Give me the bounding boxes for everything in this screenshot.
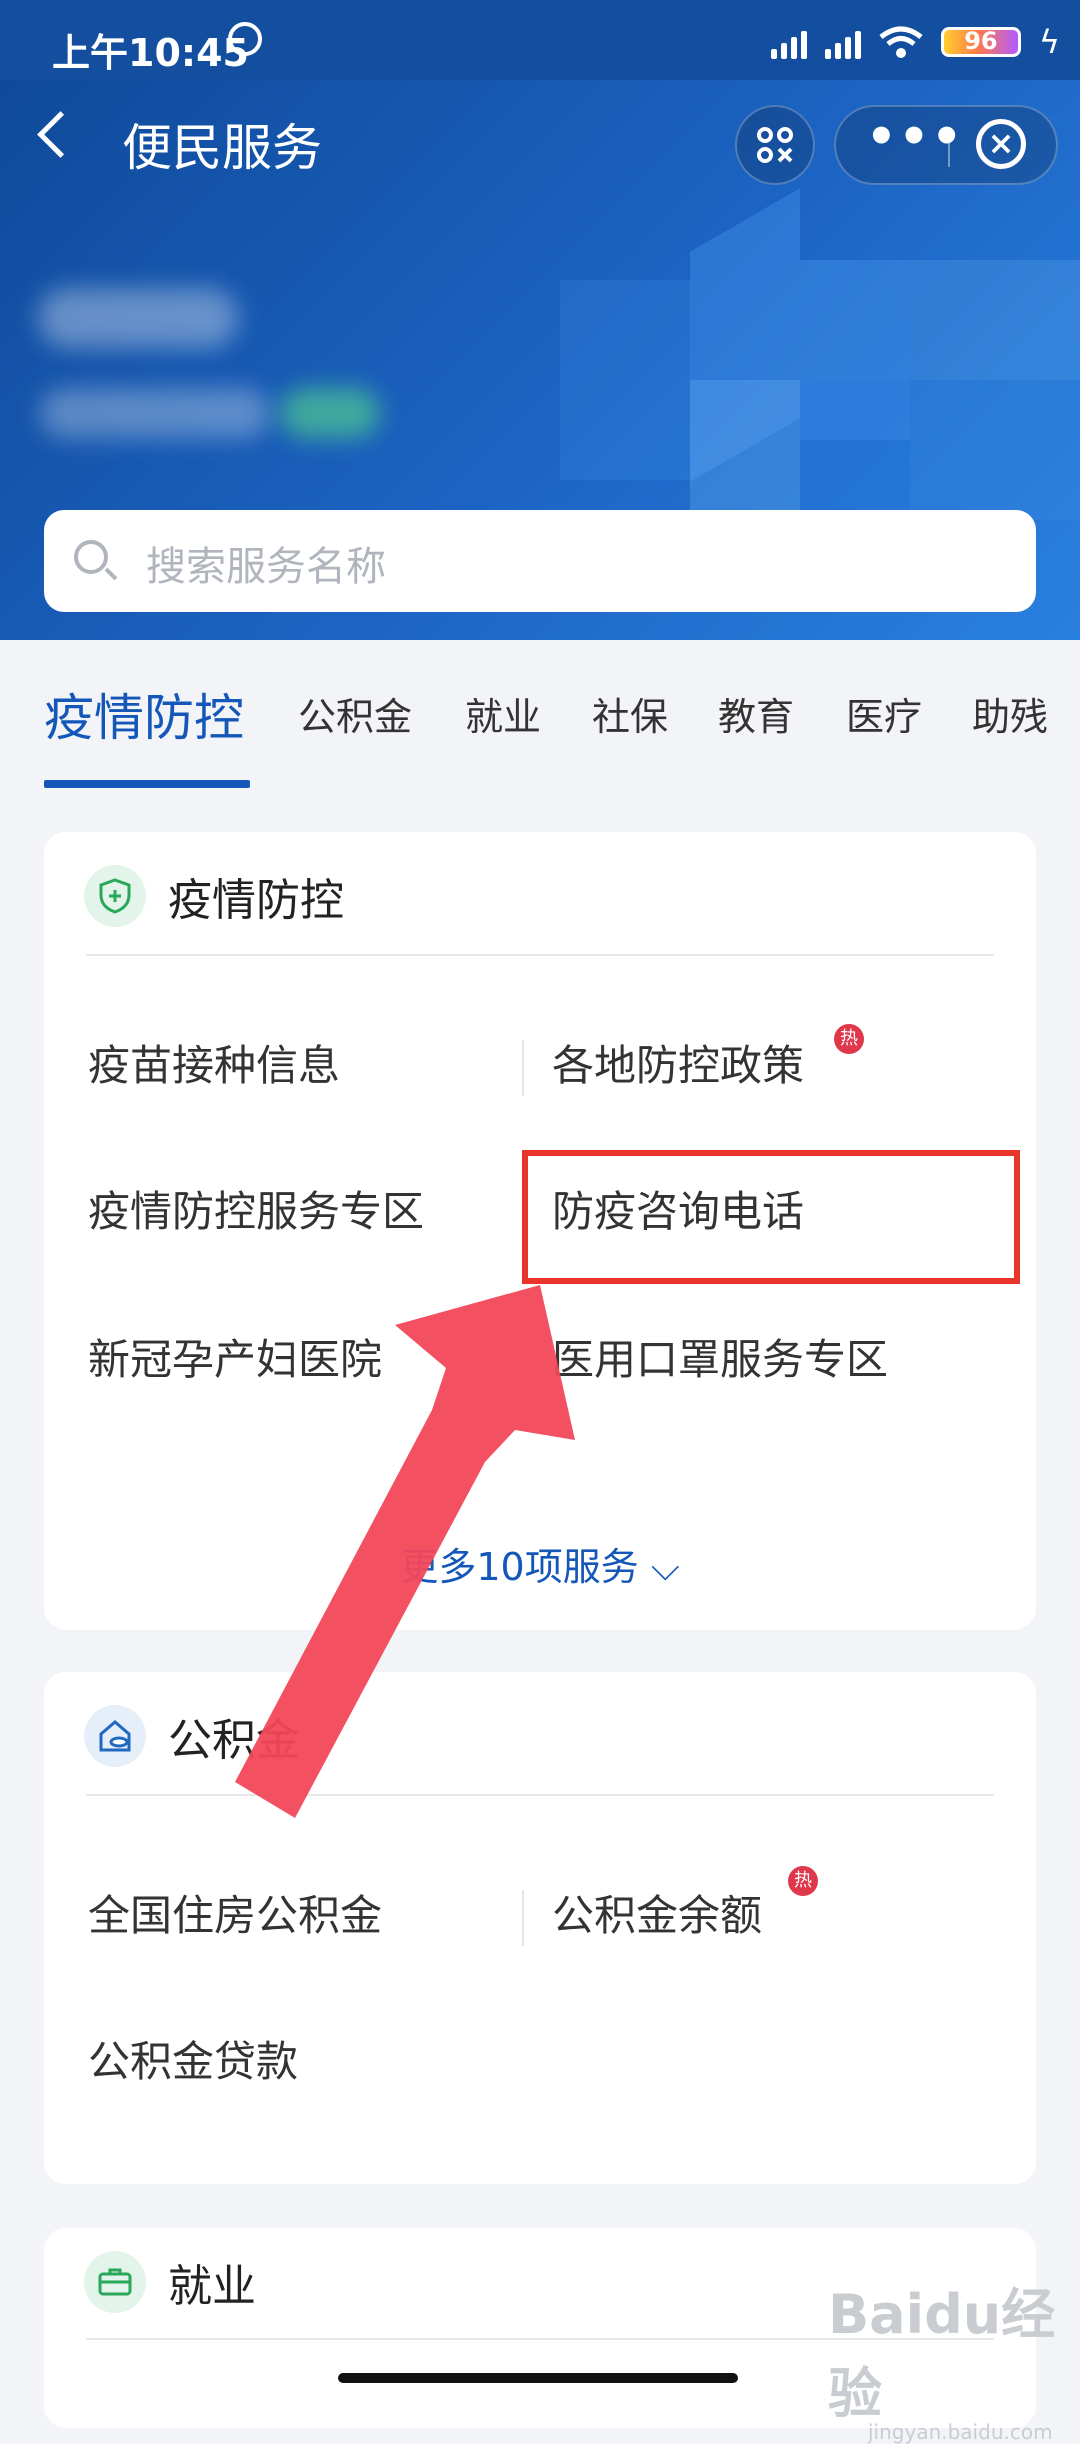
chevron-down-icon: ⌵	[638, 1545, 680, 1589]
hot-badge: 热	[788, 1866, 818, 1896]
user-badge-blurred	[280, 388, 380, 438]
card-header: 公积金	[84, 1705, 300, 1767]
more-icon[interactable]: •••	[866, 113, 962, 169]
service-epidemic-zone[interactable]: 疫情防控服务专区	[88, 1178, 424, 1239]
service-national-fund[interactable]: 全国住房公积金	[88, 1882, 382, 1943]
hot-badge: 热	[834, 1024, 864, 1054]
search-icon	[74, 540, 108, 574]
service-fund-loan[interactable]: 公积金贷款	[88, 2028, 298, 2089]
more-services-link[interactable]: 更多10项服务 ⌵	[44, 1536, 1036, 1591]
wifi-icon	[879, 26, 923, 58]
card-header: 疫情防控	[84, 865, 344, 927]
scan-button[interactable]	[735, 105, 815, 185]
status-bar: 上午10:45 96 ϟ	[0, 0, 1080, 80]
status-icons: 96 ϟ	[770, 22, 1060, 62]
card-title: 就业	[168, 2261, 256, 2312]
search-placeholder[interactable]: 搜索服务名称	[146, 534, 386, 592]
category-tabs: 疫情防控 公积金 就业 社保 教育 医疗 助残	[0, 640, 1080, 800]
tab-social-security[interactable]: 社保	[592, 686, 668, 741]
service-mask-zone[interactable]: 医用口罩服务专区	[552, 1326, 888, 1387]
shield-icon	[84, 865, 146, 927]
service-fund-balance[interactable]: 公积金余额	[552, 1882, 762, 1943]
tab-disability[interactable]: 助残	[972, 686, 1048, 741]
service-maternity-hospital[interactable]: 新冠孕产妇医院	[88, 1326, 382, 1387]
watermark-text: Baidu经验	[828, 2283, 1056, 2425]
close-icon[interactable]: ×	[976, 119, 1026, 169]
user-name-blurred	[38, 288, 238, 348]
page-title: 便民服务	[122, 119, 322, 177]
card-divider	[86, 954, 994, 956]
capsule-divider	[948, 127, 950, 167]
status-time: 上午10:45	[52, 31, 249, 75]
active-tab-indicator	[44, 780, 250, 788]
charging-icon: ϟ	[1038, 23, 1060, 61]
housing-fund-card: 公积金 全国住房公积金 公积金余额 热 公积金贷款	[44, 1672, 1036, 2184]
scan-icon	[757, 127, 793, 163]
miniapp-capsule: ••• ×	[834, 105, 1058, 185]
watermark-url: jingyan.baidu.com	[868, 2420, 1053, 2444]
battery-icon: 96	[940, 27, 1021, 57]
signal-icon	[770, 25, 807, 59]
tab-employment[interactable]: 就业	[465, 686, 541, 741]
tab-medical[interactable]: 医疗	[846, 686, 922, 741]
alarm-icon	[228, 22, 262, 56]
coins-icon	[84, 1705, 146, 1767]
column-divider	[522, 1890, 524, 1946]
tab-housing-fund[interactable]: 公积金	[298, 686, 412, 741]
user-info-blurred	[40, 388, 270, 438]
card-title: 公积金	[168, 1715, 300, 1766]
card-title: 疫情防控	[168, 875, 344, 926]
column-divider	[522, 1040, 524, 1096]
more-services-label: 更多10项服务	[400, 1545, 639, 1589]
search-bar[interactable]: 搜索服务名称	[44, 510, 1036, 612]
service-local-policy[interactable]: 各地防控政策	[552, 1032, 804, 1093]
baidu-watermark: Baidu经验 jingyan.baidu.com	[828, 2270, 1080, 2444]
battery-level: 96	[964, 27, 998, 55]
service-vaccine-info[interactable]: 疫苗接种信息	[88, 1032, 340, 1093]
highlight-box	[522, 1150, 1020, 1284]
tab-epidemic[interactable]: 疫情防控	[44, 678, 244, 750]
home-indicator[interactable]	[338, 2373, 738, 2383]
tab-education[interactable]: 教育	[718, 686, 794, 741]
card-header: 就业	[84, 2251, 256, 2313]
briefcase-icon	[84, 2251, 146, 2313]
signal-icon-2	[824, 25, 861, 59]
card-divider	[86, 1794, 994, 1796]
